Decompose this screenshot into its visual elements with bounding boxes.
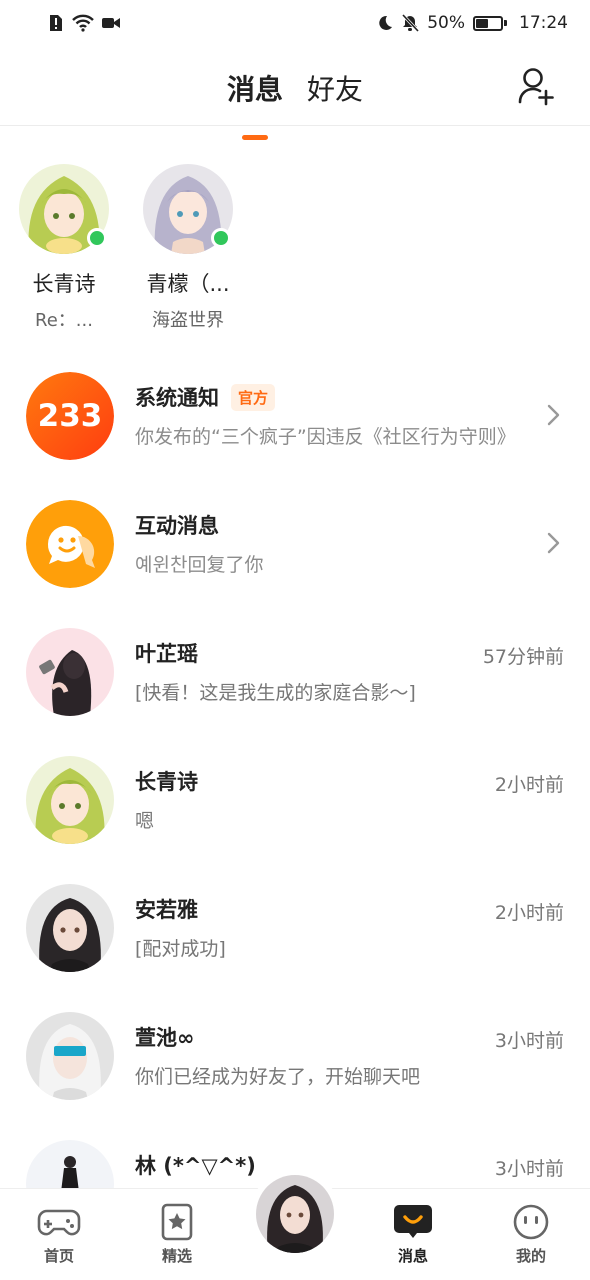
message-title: 叶芷瑶: [135, 642, 198, 666]
message-preview: 嗯: [135, 810, 155, 832]
friend-name: 长青诗: [32, 272, 96, 296]
bottom-navigation: 首页 精选 消息 我的: [0, 1169, 590, 1280]
online-status-dot: [211, 228, 231, 248]
avatar: [26, 884, 114, 972]
logo-text: 233: [38, 398, 103, 434]
avatar-image: [26, 756, 114, 844]
friend-status-text: Re：...: [35, 310, 93, 331]
message-preview: 예윈찬回复了你: [135, 554, 264, 576]
nav-home-label: 首页: [43, 1247, 74, 1265]
avatar: [26, 1012, 114, 1100]
tab-messages[interactable]: 消息: [226, 68, 283, 140]
message-preview: 你们已经成为好友了，开始聊天吧: [135, 1066, 421, 1088]
nav-featured-label: 精选: [161, 1247, 192, 1265]
message-title-row: 安若雅 2小时前: [135, 894, 564, 924]
friend-name: 青檬（...: [146, 272, 230, 296]
message-title: 林 (*^▽^*): [135, 1154, 256, 1178]
message-title-row: 互动消息: [135, 510, 564, 540]
avatar: [256, 1175, 334, 1253]
active-tab-indicator: [241, 135, 268, 140]
avatar-image: [26, 884, 114, 972]
message-title: 长青诗: [135, 770, 198, 794]
list-item-conversation[interactable]: 萱池∞ 3小时前 你们已经成为好友了，开始聊天吧: [0, 992, 590, 1120]
mute-bell-icon: [402, 14, 420, 32]
online-friend-card[interactable]: 长青诗 Re：...: [4, 164, 124, 332]
avatar[interactable]: [19, 164, 109, 254]
video-call-icon: [102, 18, 120, 28]
message-title: 安若雅: [135, 898, 198, 922]
battery-percent: 50%: [427, 13, 465, 33]
tab-friends-label: 好友: [307, 73, 364, 106]
message-time: 2小时前: [494, 774, 564, 796]
message-title: 萱池∞: [135, 1026, 195, 1050]
avatar-image: [256, 1175, 334, 1253]
face-icon: [513, 1204, 549, 1240]
interaction-avatar: [26, 500, 114, 588]
chevron-right-icon: [547, 404, 560, 426]
online-friends-row: 长青诗 Re：... 青檬（... 海盗世界: [0, 164, 590, 334]
status-left-icons: [48, 14, 120, 32]
chevron-right-icon: [547, 532, 560, 554]
message-title-row: 系统通知 官方: [135, 382, 564, 412]
message-title-row: 萱池∞ 3小时前: [135, 1022, 564, 1052]
message-time: 2小时前: [494, 902, 564, 924]
online-friend-card[interactable]: 青檬（... 海盗世界: [128, 164, 248, 332]
message-time: 57分钟前: [482, 646, 564, 668]
top-header: 消息 好友: [0, 50, 590, 140]
battery-icon: [473, 15, 507, 31]
message-list: 233 系统通知 官方 你发布的“三个疯子”因违反《社区行为守则》 互动消息 예…: [0, 352, 590, 1248]
moon-icon: [379, 15, 393, 30]
gamepad-icon: [37, 1209, 81, 1236]
official-badge: 官方: [231, 383, 276, 411]
wifi-icon: [72, 14, 94, 32]
status-right-icons: 50% 17:24: [377, 13, 568, 33]
message-title-row: 长青诗 2小时前: [135, 766, 564, 796]
nav-messages-label: 消息: [397, 1247, 428, 1265]
add-friend-icon[interactable]: [518, 66, 554, 106]
avatar: [26, 628, 114, 716]
list-item-system-notice[interactable]: 233 系统通知 官方 你发布的“三个疯子”因违反《社区行为守则》: [0, 352, 590, 480]
app-233-logo-icon: 233: [26, 372, 114, 460]
message-title-row: 叶芷瑶 57分钟前: [135, 638, 564, 668]
nav-mine[interactable]: 我的: [491, 1203, 571, 1266]
avatar[interactable]: [143, 164, 233, 254]
online-status-dot: [87, 228, 107, 248]
list-item-interaction[interactable]: 互动消息 예윈찬回复了你: [0, 480, 590, 608]
nav-messages[interactable]: 消息: [373, 1203, 453, 1266]
header-tabs: 消息 好友: [0, 68, 590, 140]
message-icon: [394, 1205, 432, 1238]
sim-alert-icon: [50, 15, 62, 31]
center-profile-button[interactable]: [250, 1169, 340, 1259]
message-title-row: 林 (*^▽^*) 3小时前: [135, 1150, 564, 1180]
message-title: 系统通知: [135, 386, 219, 410]
avatar-image: [26, 1012, 114, 1100]
chat-bubble-face-icon: [26, 500, 114, 588]
message-title: 互动消息: [135, 514, 219, 538]
message-time: 3小时前: [494, 1158, 564, 1180]
status-bar: 50% 17:24: [0, 0, 590, 46]
message-time: 3小时前: [494, 1030, 564, 1052]
avatar: [26, 756, 114, 844]
system-notice-avatar: 233: [26, 372, 114, 460]
friend-status-text: 海盗世界: [152, 310, 224, 331]
tab-messages-label: 消息: [226, 73, 283, 106]
avatar-image: [26, 628, 114, 716]
star-bookmark-icon: [161, 1203, 193, 1241]
list-item-conversation[interactable]: 叶芷瑶 57分钟前 [快看！这是我生成的家庭合影～]: [0, 608, 590, 736]
list-item-conversation[interactable]: 长青诗 2小时前 嗯: [0, 736, 590, 864]
tab-friends[interactable]: 好友: [307, 68, 363, 108]
clock-time: 17:24: [519, 13, 568, 33]
message-preview: 你发布的“三个疯子”因违反《社区行为守则》: [135, 426, 516, 448]
nav-featured[interactable]: 精选: [137, 1203, 217, 1266]
list-item-conversation[interactable]: 安若雅 2小时前 [配对成功]: [0, 864, 590, 992]
message-preview: [快看！这是我生成的家庭合影～]: [135, 682, 416, 704]
message-preview: [配对成功]: [135, 938, 226, 960]
nav-mine-label: 我的: [515, 1247, 546, 1265]
nav-home[interactable]: 首页: [19, 1203, 99, 1266]
